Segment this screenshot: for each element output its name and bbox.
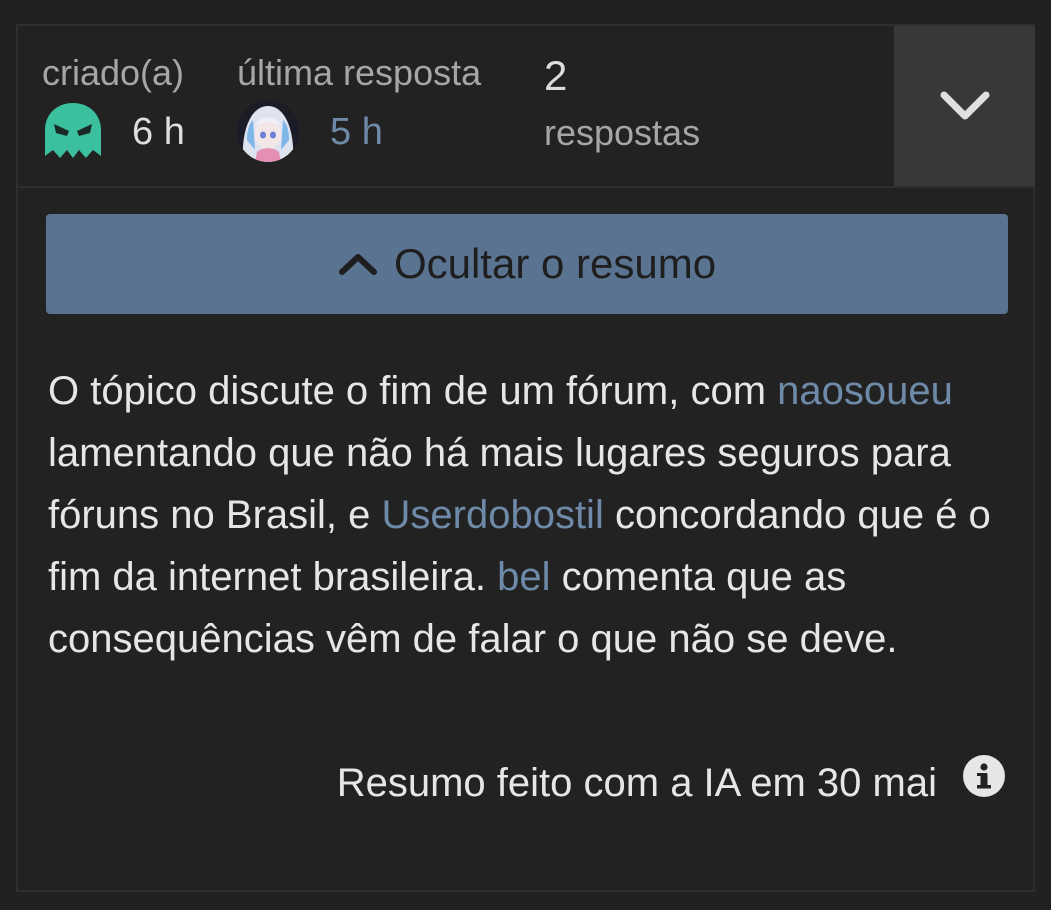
chevron-up-icon (338, 254, 377, 275)
chevron-down-icon (940, 91, 989, 120)
created-label: criado(a) (42, 52, 185, 93)
created-time[interactable]: 6 h (132, 110, 185, 154)
topic-map: criado(a) 6 h última resposta 5 h 2 resp… (18, 26, 1035, 188)
summary-text: O tópico discute o fim de um fórum, com … (48, 360, 998, 670)
last-reply-label: última resposta (237, 52, 482, 93)
topic-summary-card: criado(a) 6 h última resposta 5 h 2 resp… (16, 24, 1035, 892)
mention-userdobostil[interactable]: Userdobostil (382, 493, 604, 537)
hide-summary-label: Ocultar o resumo (393, 240, 717, 287)
replies-label: respostas (544, 112, 701, 153)
ai-summary-note: Resumo feito com a IA em 30 mai (336, 761, 937, 805)
expand-topic-map-button[interactable] (894, 26, 1035, 186)
replies-count: 2 (544, 52, 568, 99)
mention-naosoueu[interactable]: naosoueu (777, 369, 953, 413)
last-reply-time[interactable]: 5 h (330, 110, 383, 154)
summary-text-part: O tópico discute o fim de um fórum, com (48, 369, 778, 413)
hide-summary-button[interactable]: Ocultar o resumo (46, 214, 1008, 314)
mention-bel[interactable]: bel (497, 555, 550, 599)
anime-girl-avatar[interactable] (237, 100, 299, 162)
info-icon[interactable] (963, 755, 1005, 797)
summary-footer: Resumo feito com a IA em 30 mai (18, 755, 1005, 808)
ghost-avatar-icon[interactable] (42, 100, 104, 162)
